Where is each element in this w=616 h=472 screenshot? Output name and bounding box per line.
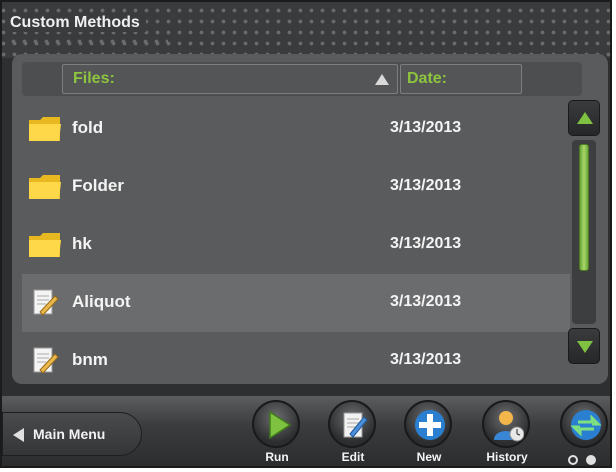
swap-arrows-icon: [570, 410, 602, 440]
new-button-circle: [404, 400, 452, 448]
file-date: 3/13/2013: [390, 235, 462, 252]
file-name: Aliquot: [72, 292, 131, 311]
page-indicator: [568, 452, 600, 466]
user-history-icon: [494, 411, 524, 442]
new-label: New: [416, 450, 442, 464]
window-title: Custom Methods: [10, 14, 146, 32]
back-arrow-icon: [13, 428, 24, 442]
new-button[interactable]: New: [402, 400, 458, 466]
run-label: Run: [265, 450, 289, 464]
edit-document-icon: [343, 412, 368, 438]
list-item[interactable]: hk 3/13/2013: [22, 216, 570, 274]
edit-button[interactable]: Edit: [326, 400, 382, 466]
file-browser-panel: Files: Date: fold 3/13/2013 Folder 3/13/…: [12, 54, 608, 384]
main-menu-label: Main Menu: [33, 426, 106, 442]
column-header-date-label: Date:: [407, 70, 448, 87]
page-dot-2[interactable]: [586, 455, 597, 465]
folder-icon: [28, 114, 62, 144]
history-button-circle: [482, 400, 530, 448]
page-dot-1[interactable]: [568, 455, 578, 465]
column-header-files[interactable]: Files:: [62, 64, 398, 94]
bottom-toolbar: Main Menu Run Edit New History: [2, 396, 610, 466]
edit-button-circle: [328, 400, 376, 448]
folder-icon: [28, 230, 62, 260]
play-icon: [269, 410, 292, 440]
history-button[interactable]: History: [480, 400, 536, 466]
file-date: 3/13/2013: [390, 351, 462, 368]
file-name: Folder: [72, 176, 124, 195]
list-item[interactable]: Aliquot 3/13/2013: [22, 274, 570, 332]
method-file-icon: [28, 288, 62, 318]
file-name: fold: [72, 118, 104, 137]
folder-icon: [28, 172, 62, 202]
list-item[interactable]: bnm 3/13/2013: [22, 332, 570, 384]
switch-page-button-circle: [560, 400, 608, 448]
scroll-up-icon: [577, 112, 593, 124]
method-file-icon: [28, 346, 62, 376]
file-name: bnm: [72, 350, 108, 369]
sort-ascending-icon: [375, 74, 389, 85]
list-item[interactable]: Folder 3/13/2013: [22, 158, 570, 216]
scroll-track[interactable]: [572, 140, 596, 324]
file-date: 3/13/2013: [390, 177, 462, 194]
scroll-thumb[interactable]: [579, 144, 589, 271]
vertical-scrollbar[interactable]: [568, 100, 600, 364]
title-bar: Custom Methods: [2, 2, 610, 58]
scroll-down-icon: [577, 341, 593, 353]
app-window: Custom Methods Files: Date: fold 3/13/20…: [0, 0, 612, 468]
history-label: History: [486, 450, 528, 464]
file-name: hk: [72, 234, 92, 253]
edit-label: Edit: [341, 450, 365, 464]
file-list: fold 3/13/2013 Folder 3/13/2013 hk 3/13/…: [22, 100, 570, 384]
main-menu-button[interactable]: Main Menu: [2, 412, 142, 456]
title-bar-dots: [8, 36, 168, 50]
run-button-circle: [252, 400, 300, 448]
column-header-files-label: Files:: [73, 70, 115, 87]
file-date: 3/13/2013: [390, 119, 462, 136]
plus-icon: [415, 410, 445, 440]
column-header-date[interactable]: Date:: [400, 64, 522, 94]
list-item[interactable]: fold 3/13/2013: [22, 100, 570, 158]
scroll-up-button[interactable]: [568, 100, 600, 136]
scroll-down-button[interactable]: [568, 328, 600, 364]
table-header: Files: Date:: [22, 62, 582, 96]
run-button[interactable]: Run: [250, 400, 306, 466]
file-date: 3/13/2013: [390, 293, 462, 310]
